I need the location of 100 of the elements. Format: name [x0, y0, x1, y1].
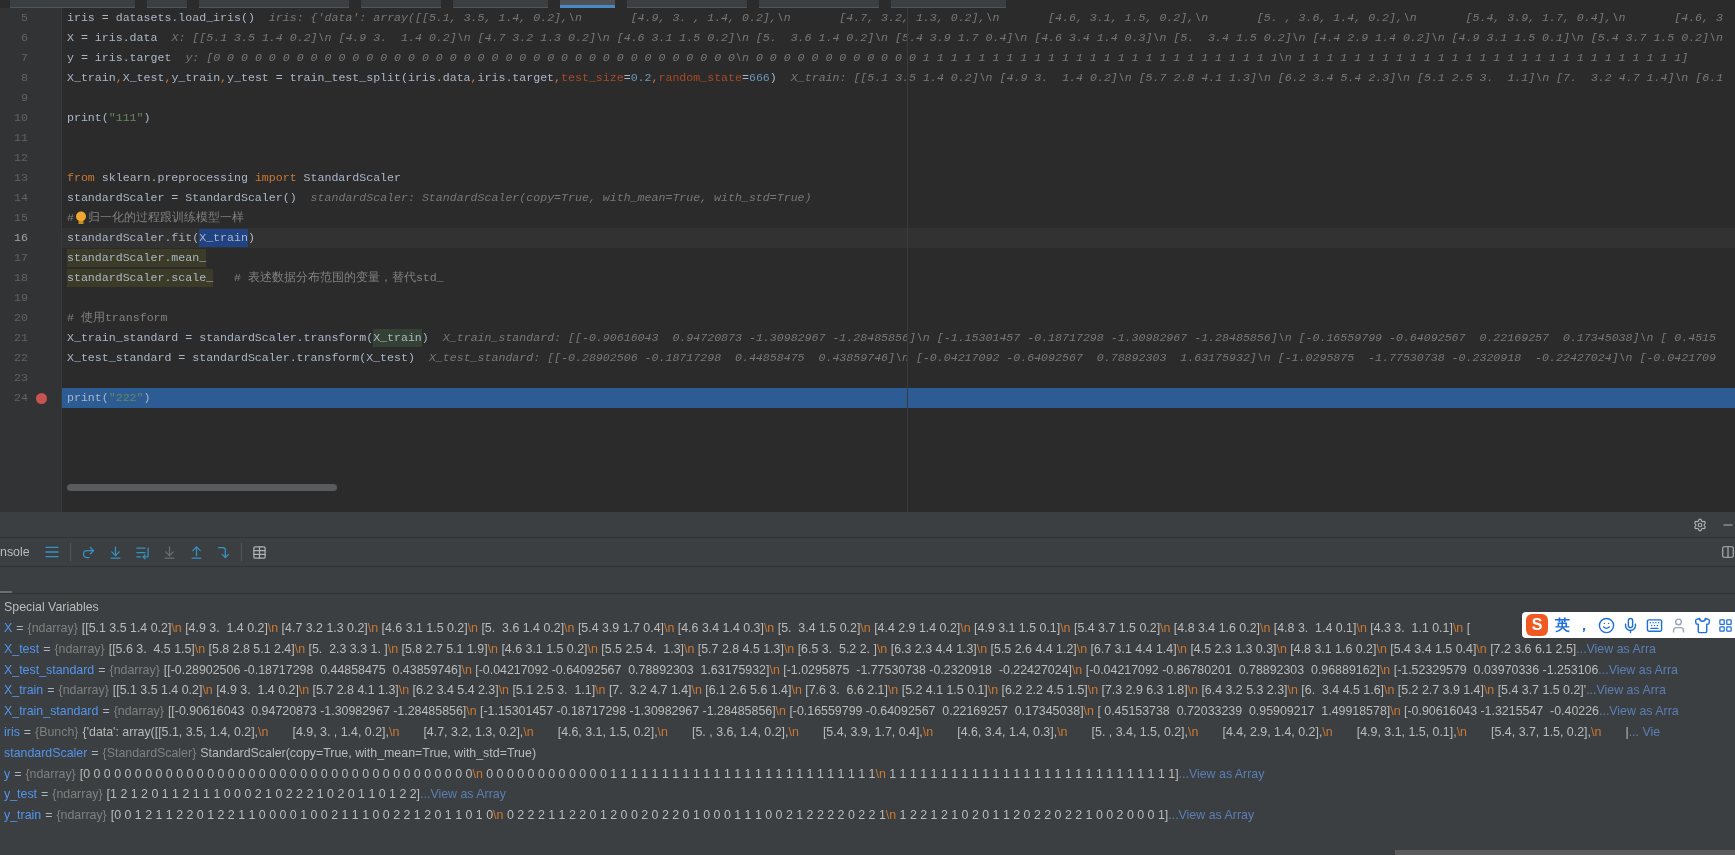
variable-value: [[-0.90616043 0.94720873 -1.30982967 -1.28485856]\n [-1.15301457 -0.18717298 -1.30982967 -1.28485856]\n [-0.16559799 -0.64092567 0.22169257 0.17345038]\n [ 0.45153738 0.72033239 0.95909217 1.49918578]\n [-0.90616043 -1.3215547 -0.40226 — [167, 703, 1599, 721]
code-token: y = iris.target — [67, 50, 172, 67]
inline-value-hint: X_test_standard: [[-0.28902506 -0.18717298 0.44858475 0.43859746]\n [-0.04217092 -0.64092567 0.78892303 1.63175932]\n [-1.0295875 -1.77530738 -0.2320918 -0.22427024]\n [-0.0421709 — [428, 350, 1716, 367]
file-tab[interactable] — [560, 0, 615, 8]
tab-indicator — [0, 591, 12, 593]
step-over-icon[interactable] — [80, 544, 96, 560]
view-as-array-link[interactable]: ...View as Array — [1168, 806, 1255, 825]
variable-name[interactable]: X_test — [4, 639, 40, 659]
code-token: X_test_standard = standardScaler.transform(X_test) — [67, 350, 415, 367]
equals-sign: = — [41, 786, 49, 804]
code-token: y_test = train_test_split(iris.data — [227, 70, 471, 87]
view-as-array-link[interactable]: ...View as Arra — [1576, 639, 1656, 659]
console-tab[interactable]: nsole — [0, 542, 44, 562]
code-token: import — [254, 170, 297, 187]
microphone-icon[interactable] — [1622, 616, 1639, 634]
variable-value: {'data': array([[5.1, 3.5, 1.4, 0.2],\n [4.9, 3. , 1.4, 0.2],\n [4.7, 3.2, 1.3, 0.2],\n [4.6, 3.1, 1.5, 0.2],\n [5. , 3.6, 1.4, 0.2],\n [5.4, 3.9, 1.7, 0.4],\n [4.6, 3.4, 1.4, 0.3],\n [5. , 3.4, 1.5, 0.2],\n [4.4, 2.9, 1.4, 0.2],\n [4.9, 3.1, 1.5, 0.1],\n [5.4, 3.7, 1.5, 0.2],\n | — [82, 724, 1629, 742]
code-token: , — [554, 70, 562, 87]
inline-value-hint: standardScaler: StandardScaler(copy=True, with_mean=True, with_std=True) — [310, 190, 812, 207]
code-token: ) — [247, 230, 255, 247]
code-token: 0.2 — [630, 70, 652, 87]
code-token: ) — [143, 390, 151, 407]
variable-value: [[5.1 3.5 1.4 0.2]\n [4.9 3. 1.4 0.2]\n [4.7 3.2 1.3 0.2]\n [4.6 3.1 1.5 0.2]\n [5. 3.6 1.4 0.2]\n [5.4 3.9 1.7 0.4]\n [4.6 3.4 1.4 0.3]\n [5. 3.4 1.5 0.2]\n [4.4 2.9 1.4 0.2]\n [4.9 3.1 1.5 0.1]\n [5.4 3.7 1.5 0.2]\n [4.8 3.4 1.6 0.2]\n [4.8 3. 1.4 0.1]\n [4.3 3. 1.1 0.1]\n [ — [81, 620, 1471, 638]
equals-sign: = — [91, 744, 99, 762]
equals-sign: = — [43, 640, 51, 658]
variable-name[interactable]: iris — [4, 723, 20, 742]
variable-name[interactable]: standardScaler — [4, 743, 88, 763]
horizontal-scrollbar[interactable] — [67, 484, 337, 491]
code-token: y_train — [171, 70, 221, 87]
variable-type: {ndarray} — [52, 786, 103, 804]
code-token: 归一化的过程跟训练模型一样 — [87, 210, 244, 227]
code-token: , — [164, 70, 172, 87]
view-as-array-link[interactable]: ...View as Arra — [1598, 660, 1678, 680]
equals-sign: = — [23, 724, 32, 742]
equals-sign: = — [16, 620, 24, 638]
code-token: , — [651, 70, 659, 87]
punctuation-mode[interactable]: ， — [1577, 614, 1591, 636]
variable-value: [[5.1 3.5 1.4 0.2]\n [4.9 3. 1.4 0.2]\n [5.7 2.8 4.1 1.3]\n [6.2 3.4 5.4 2.3]\n [5.1 2.5 3. 1.1]\n [7. 3.2 4.7 1.4]\n [6.1 2.6 5.6 1.4]\n [7.6 3. 6.6 2.1]\n [5.2 4.1 1.5 0.1]\n [6.2 2.2 4.5 1.5]\n [7.3 2.9 6.3 1.8]\n [6.4 3.2 5.3 2.3]\n [6. 3.4 4.5 1.6]\n [5.2 2.7 3.9 1.4]\n [5.4 3.7 1.5 0.2]' — [112, 682, 1587, 700]
evaluate-icon[interactable] — [251, 544, 267, 560]
person-icon[interactable] — [1670, 616, 1687, 634]
horizontal-scrollbar[interactable] — [1395, 850, 1735, 855]
input-mode[interactable]: 英 — [1555, 613, 1570, 637]
view-as-array-link[interactable]: ... Vie — [1628, 723, 1661, 742]
line-number: 16 — [13, 230, 29, 247]
code-token: print( — [67, 390, 109, 407]
variable-type: {ndarray} — [109, 661, 160, 679]
view-as-array-link[interactable]: ...View as Array — [1178, 764, 1265, 784]
code-token: iris = datasets.load_iris() — [67, 10, 255, 27]
code-token: standardScaler.fit( — [67, 230, 200, 247]
run-to-cursor-icon[interactable] — [215, 544, 231, 560]
code-token: from — [67, 170, 95, 187]
code-token: = — [742, 70, 749, 87]
keyboard-icon[interactable] — [1646, 616, 1663, 634]
equals-sign: = — [47, 682, 55, 700]
variable-name[interactable]: y_test — [4, 785, 38, 805]
ime-logo[interactable]: S — [1526, 614, 1548, 636]
code-token: , — [220, 70, 228, 87]
grid-icon[interactable] — [1718, 617, 1733, 633]
inline-value-hint: iris: {'data': array([[5.1, 3.5, 1.4, 0.2],\n [4.9, 3. , 1.4, 0.2],\n [4.7, 3.2, 1.3, 0.2],\n [4.6, 3.1, 1.5, 0.2],\n [5. , 3.6, 1.4, 0.2],\n [5.4, 3.9, 1.7, 0.4],\n [4.6, 3 — [268, 10, 1723, 27]
equals-sign: = — [45, 807, 53, 825]
code-token: = — [623, 70, 631, 87]
code-token: # 表述数据分布范围的变量，替代std_ — [232, 270, 444, 287]
code-token: StandardScaler — [302, 170, 401, 187]
variable-name[interactable]: X_train — [4, 681, 44, 701]
variable-value: [[5.6 3. 4.5 1.5]\n [5.8 2.8 5.1 2.4]\n [5. 2.3 3.3 1. ]\n [5.8 2.7 5.1 1.9]\n [4.6 3.1 1.5 0.2]\n [5.5 2.5 4. 1.3]\n [5.7 2.8 4.5 1.3]\n [6.5 3. 5.2 2. ]\n [6.3 2.3 4.4 1.3]\n [5.5 2.6 4.4 1.2]\n [6.7 3.1 4.4 1.4]\n [4.5 2.3 1.3 0.3]\n [4.8 3.1 1.6 0.2]\n [5.4 3.4 1.5 0.4]\n [7.2 3.6 6.1 2.5] — [108, 640, 1577, 658]
smiley-icon[interactable] — [1598, 616, 1615, 634]
code-token: , — [115, 70, 123, 87]
inline-value-hint: X_train: [[5.1 3.5 1.4 0.2]\n [4.9 3. 1.4 0.2]\n [5.7 2.8 4.1 1.3]\n [6.2 3.4 5.4 2.3]\n [5.1 2.5 3. 1.1]\n [7. 3.2 4.7 1.4]\n [6.1 — [790, 70, 1724, 87]
code-token: sklearn.preprocessing — [100, 170, 249, 187]
layout-icon[interactable] — [1721, 545, 1735, 559]
variable-name[interactable]: X — [4, 619, 13, 638]
view-as-array-link[interactable]: ...View as Array — [420, 785, 506, 805]
variable-value: [0 0 0 0 0 0 0 0 0 0 0 0 0 0 0 0 0 0 0 0 0 0 0 0 0 0 0 0 0 0 0 0 0 0 0 0 0 0\n 0 0 0 0 0 0 0 0 0 0 0 0 1 1 1 1 1 1 1 1 1 1 1 1 1 1 1 1 1 1 1 1 1 1 1 1 1 1\n 1 1 1 1 1 1 1 1 1 1 1 1 1 1 1 1 1 1 1 1 1 1 1 1 1 1 1 1] — [79, 765, 1179, 783]
variable-name[interactable]: X_train_standard — [4, 702, 99, 721]
settings-icon[interactable] — [1693, 517, 1707, 532]
code-token: ) — [143, 110, 151, 127]
variable-name[interactable]: y_train — [4, 806, 42, 825]
code-token: standardScaler.mean_ — [67, 249, 207, 267]
breakpoint-icon[interactable] — [36, 392, 47, 404]
variable-name[interactable]: X_test_standard — [4, 660, 95, 680]
code-token: print( — [67, 110, 109, 127]
variable-type: {ndarray} — [54, 640, 105, 658]
variable-type: {StandardScaler} — [102, 744, 197, 762]
code-token: # — [67, 210, 74, 227]
variable-type: {ndarray} — [25, 765, 76, 783]
code-token: X_train — [67, 70, 116, 87]
code-token: iris.target — [477, 70, 555, 87]
lightbulb-icon[interactable] — [74, 211, 87, 225]
menu-icon[interactable] — [43, 544, 60, 560]
code-token: , — [470, 70, 478, 87]
step-into-my-code-icon[interactable] — [134, 544, 150, 560]
code-token: ) — [769, 70, 777, 87]
variable-value: StandardScaler(copy=True, with_mean=True, with_std=True) — [200, 744, 537, 762]
variable-value: [1 2 1 2 0 1 1 2 1 1 1 0 0 0 2 1 0 2 2 2 1 0 2 0 1 1 0 1 2 2] — [106, 786, 421, 804]
variable-name[interactable]: y — [4, 764, 11, 784]
shirt-icon[interactable] — [1694, 616, 1711, 634]
view-as-array-link[interactable]: ...View as Arra — [1586, 681, 1666, 701]
variable-type: {ndarray} — [27, 620, 78, 638]
special-variables[interactable]: Special Variables — [4, 598, 99, 617]
inline-value-hint: X_train_standard: [[-0.90616043 0.94720873 -1.30982967 -1.28485856]\n [-1.15301457 -0.18717298 -1.30982967 -1.28485856]\n [-0.16559799 -0.64092567 0.22169257 0.17345038]\n [ 0.4515 — [442, 330, 1716, 347]
view-as-array-link[interactable]: ...View as Arra — [1599, 702, 1679, 721]
